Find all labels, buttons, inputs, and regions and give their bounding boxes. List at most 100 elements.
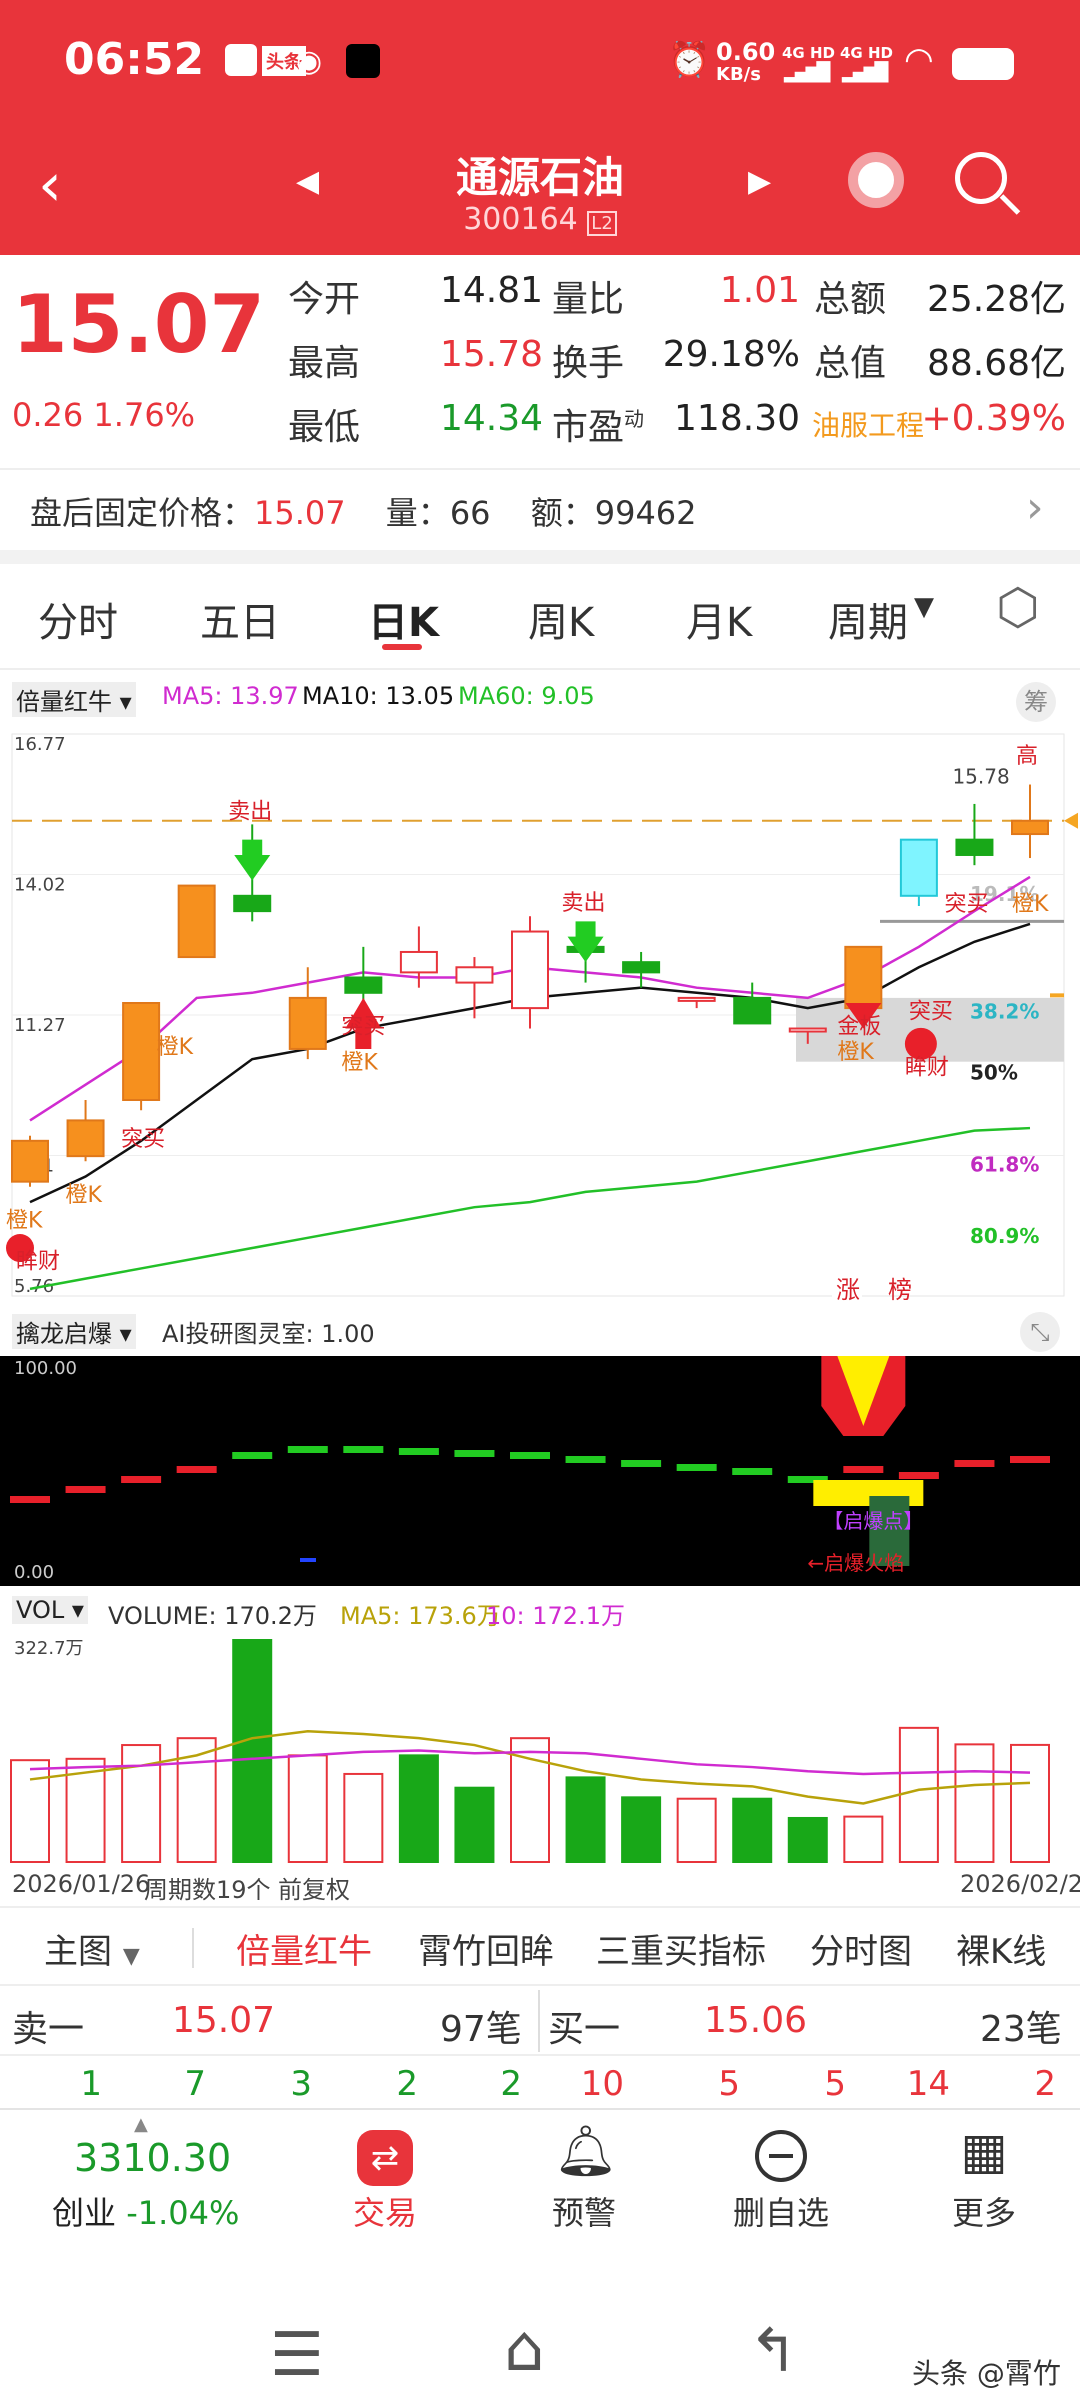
divider <box>0 668 1080 670</box>
trade-icon[interactable]: ⇄ <box>357 2130 413 2186</box>
remove-icon[interactable] <box>755 2130 807 2182</box>
caret-up-icon: ▲ <box>134 2114 148 2135</box>
buy-signal: 突买 <box>341 1015 385 1040</box>
subtab-luok[interactable]: 裸K线 <box>956 1924 1046 1973</box>
signal-icon: ▂▄▆█ <box>784 62 830 83</box>
bell-icon[interactable]: 🔔︎ <box>554 2122 617 2181</box>
settings-hex-icon[interactable]: ⬡ <box>996 578 1040 636</box>
index-change[interactable]: 创业 -1.04% <box>52 2188 239 2234</box>
sub-indicator-select[interactable]: 擒龙启爆 ▾ <box>12 1314 136 1349</box>
search-icon[interactable] <box>955 152 1007 204</box>
kline-chart[interactable]: 16.7714.0211.278.515.7619.1%38.2%50%61.8… <box>0 716 1080 1306</box>
sell-signal: 卖出 <box>228 799 272 824</box>
orange-k-label: 橙K <box>6 1209 43 1234</box>
buy1-count: 23笔 <box>980 2009 1062 2050</box>
after-hours-amt: 99462 <box>594 494 697 532</box>
tab-fenshi[interactable]: 分时 <box>38 590 118 648</box>
mascot-icon[interactable] <box>848 152 904 208</box>
sub-top-label: 100.00 <box>14 1358 77 1379</box>
breakout-flame-label: ←启爆火焰 <box>807 1551 904 1575</box>
quote-value: 14.34 <box>440 398 544 439</box>
quote-label: 市盈动 <box>552 407 645 448</box>
y-tick-label: 16.77 <box>14 734 66 755</box>
app-icon <box>225 44 257 76</box>
buy-queue-item: 14 <box>906 2064 950 2104</box>
price-change-pct: 1.76% <box>93 396 196 434</box>
buy-queue-item: 5 <box>718 2064 740 2104</box>
volume-bar <box>565 1776 606 1863</box>
divider <box>0 1984 1080 1986</box>
after-hours-price: 15.07 <box>254 494 346 532</box>
expand-icon[interactable]: ⤡ <box>1020 1312 1060 1352</box>
buy1-price: 15.06 <box>704 2000 808 2041</box>
next-stock-icon[interactable]: ▶ <box>748 164 771 199</box>
subtab-beiliang[interactable]: 倍量红牛 <box>236 1924 372 1973</box>
ma10-label: MA10: 13.05 <box>302 682 455 710</box>
subtab-fenshitu[interactable]: 分时图 <box>810 1924 912 1973</box>
fib-label: 61.8% <box>970 1152 1039 1176</box>
quote-value: 118.30 <box>674 398 800 439</box>
sub-bottom-label: 0.00 <box>14 1562 54 1583</box>
candle <box>122 1002 161 1111</box>
indicator-select[interactable]: 倍量红牛 ▾ <box>12 682 136 717</box>
grid-icon[interactable]: ▦ <box>954 2122 1014 2180</box>
chevron-right-icon[interactable]: › <box>1026 482 1044 533</box>
net-speed-unit: KB/s <box>716 64 761 85</box>
trade-label[interactable]: 交易 <box>325 2188 445 2234</box>
quote-label: 今开 <box>288 279 361 320</box>
orange-k-label: 橙K <box>837 1040 874 1065</box>
menu-icon[interactable]: ☰ <box>270 2320 324 2390</box>
nav-bar: ‹ ◀ 通源石油 300164 L2 ▶ <box>0 130 1080 255</box>
volume-bar <box>10 1759 50 1863</box>
subtab-sanchong[interactable]: 三重买指标 <box>596 1924 766 1973</box>
sell1-label: 卖一 <box>12 2009 85 2050</box>
chart-start-date: 2026/01/26 <box>12 1870 151 1898</box>
tab-wuri[interactable]: 五日 <box>200 590 280 648</box>
volume-bar <box>454 1786 495 1863</box>
subtab-main[interactable]: 主图 ▼ <box>44 1924 140 1973</box>
subtab-xiaozhu[interactable]: 霄竹回眸 <box>418 1924 554 1973</box>
price-change: 0.26 1.76% <box>12 396 195 434</box>
chart-end-date: 2026/02/27 <box>960 1870 1080 1898</box>
back-icon[interactable]: ‹ <box>38 150 62 220</box>
breakout-point-label: 【启爆点】 <box>823 1509 923 1533</box>
volume-bar <box>843 1815 884 1863</box>
qlqb-segment <box>565 1456 606 1463</box>
stock-code-text: 300164 <box>463 202 578 237</box>
qinlong-chart: 100.00 0.00 【启爆点】 ←启爆火焰 <box>0 1356 1080 1586</box>
prev-stock-icon[interactable]: ◀ <box>296 164 319 199</box>
home-icon[interactable]: ⌂ <box>504 2312 545 2386</box>
alert-label[interactable]: 预警 <box>524 2188 644 2234</box>
divider <box>192 1928 194 1968</box>
volume-bar <box>1010 1743 1050 1863</box>
qlqb-segment <box>121 1476 162 1483</box>
qlqb-segment <box>10 1496 50 1503</box>
chart-adjust: 前复权 <box>278 1876 350 1904</box>
back-nav-icon[interactable]: ↰ <box>748 2316 798 2386</box>
chart-period-count: 周期数19个 <box>144 1876 271 1904</box>
orange-k-label: 橙K <box>66 1183 103 1208</box>
remove-label[interactable]: 删自选 <box>706 2188 856 2234</box>
volume-bar <box>787 1816 828 1864</box>
index-value[interactable]: 3310.30 <box>74 2136 231 2180</box>
more-label[interactable]: 更多 <box>924 2188 1044 2234</box>
vol-max-label: 322.7万 <box>14 1638 84 1659</box>
sell-queue-item: 1 <box>80 2064 102 2104</box>
dropdown-icon: ▼ <box>914 592 934 622</box>
sub-chart-bg <box>0 1356 1080 1586</box>
vol-ma10-label: 10: 172.1万 <box>486 1602 625 1630</box>
qlqb-segment <box>398 1448 439 1455</box>
tab-zhouk[interactable]: 周K <box>528 590 594 648</box>
quote-value: +0.39% <box>921 398 1066 439</box>
vol-select[interactable]: VOL ▾ <box>12 1596 88 1624</box>
qlqb-segment <box>954 1460 995 1467</box>
battery-icon <box>952 48 1014 80</box>
watermark: 头条 @霄竹 <box>912 2357 1061 2390</box>
tab-rik[interactable]: 日K <box>368 590 439 648</box>
after-hours-bar[interactable]: 盘后固定价格：15.07 量：66 额：99462 <box>30 488 697 534</box>
tab-zhouqi[interactable]: 周期 <box>828 590 908 648</box>
leaderboard-badge-zhang: 涨 <box>836 1276 860 1304</box>
quote-value: 29.18% <box>662 334 800 375</box>
chevron-down-icon: ▼ <box>122 1944 140 1969</box>
tab-yuek[interactable]: 月K <box>686 590 752 648</box>
